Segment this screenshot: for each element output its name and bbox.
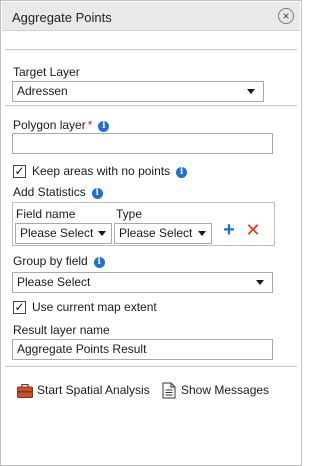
aggregate-points-panel: Aggregate Points × Target Layer Adressen… [0,0,302,466]
info-icon[interactable]: i [176,167,188,178]
map-extent-label: Use current map extent [32,300,157,314]
polygon-layer-input[interactable] [12,133,273,154]
red-x-icon[interactable]: ✕ [245,221,261,239]
divider [5,49,297,50]
panel-title: Aggregate Points [12,10,112,25]
statistics-field-value: Please Select [20,226,94,240]
group-by-value: Please Select [17,275,91,289]
info-icon[interactable]: i [91,188,103,199]
keep-areas-label: Keep areas with no points [32,164,171,178]
show-messages-button[interactable]: Show Messages [181,383,269,397]
target-layer-select[interactable]: Adressen [12,81,264,102]
polygon-layer-label: Polygon layer [13,118,86,132]
keep-areas-label-row: Keep areas with no points i [32,164,188,178]
plus-icon[interactable]: + [221,220,237,240]
statistics-type-value: Please Select [119,226,193,240]
target-layer-label: Target Layer [13,65,80,79]
keep-areas-checkbox[interactable]: ✓ [13,165,26,178]
toolbox-icon[interactable] [17,383,33,398]
group-by-label-row: Group by field i [13,254,105,268]
column-header-field-name: Field name [16,207,76,221]
result-layer-input[interactable]: Aggregate Points Result [12,339,273,360]
panel-titlebar: Aggregate Points × [2,2,300,31]
info-icon[interactable]: i [98,121,110,132]
info-icon[interactable]: i [93,257,105,268]
map-extent-checkbox[interactable]: ✓ [13,301,26,314]
divider [5,366,297,367]
add-statistics-label: Add Statistics [13,185,86,199]
close-icon[interactable]: × [278,8,294,24]
group-by-label: Group by field [13,254,88,268]
required-marker: * [87,118,93,132]
chevron-down-icon [256,280,264,285]
target-layer-value: Adressen [17,84,68,98]
statistics-field-select[interactable]: Please Select [15,223,112,244]
divider [5,105,297,106]
group-by-select[interactable]: Please Select [12,272,273,293]
chevron-down-icon [198,231,206,236]
document-icon[interactable] [162,382,176,399]
result-layer-value: Aggregate Points Result [17,342,147,356]
chevron-down-icon [247,89,255,94]
statistics-type-select[interactable]: Please Select [114,223,212,244]
add-statistics-label-row: Add Statistics i [13,185,103,199]
column-header-type: Type [116,207,143,221]
chevron-down-icon [98,231,106,236]
result-layer-label: Result layer name [13,323,110,337]
start-spatial-analysis-button[interactable]: Start Spatial Analysis [37,383,150,397]
polygon-layer-label-row: Polygon layer * i [13,118,110,132]
